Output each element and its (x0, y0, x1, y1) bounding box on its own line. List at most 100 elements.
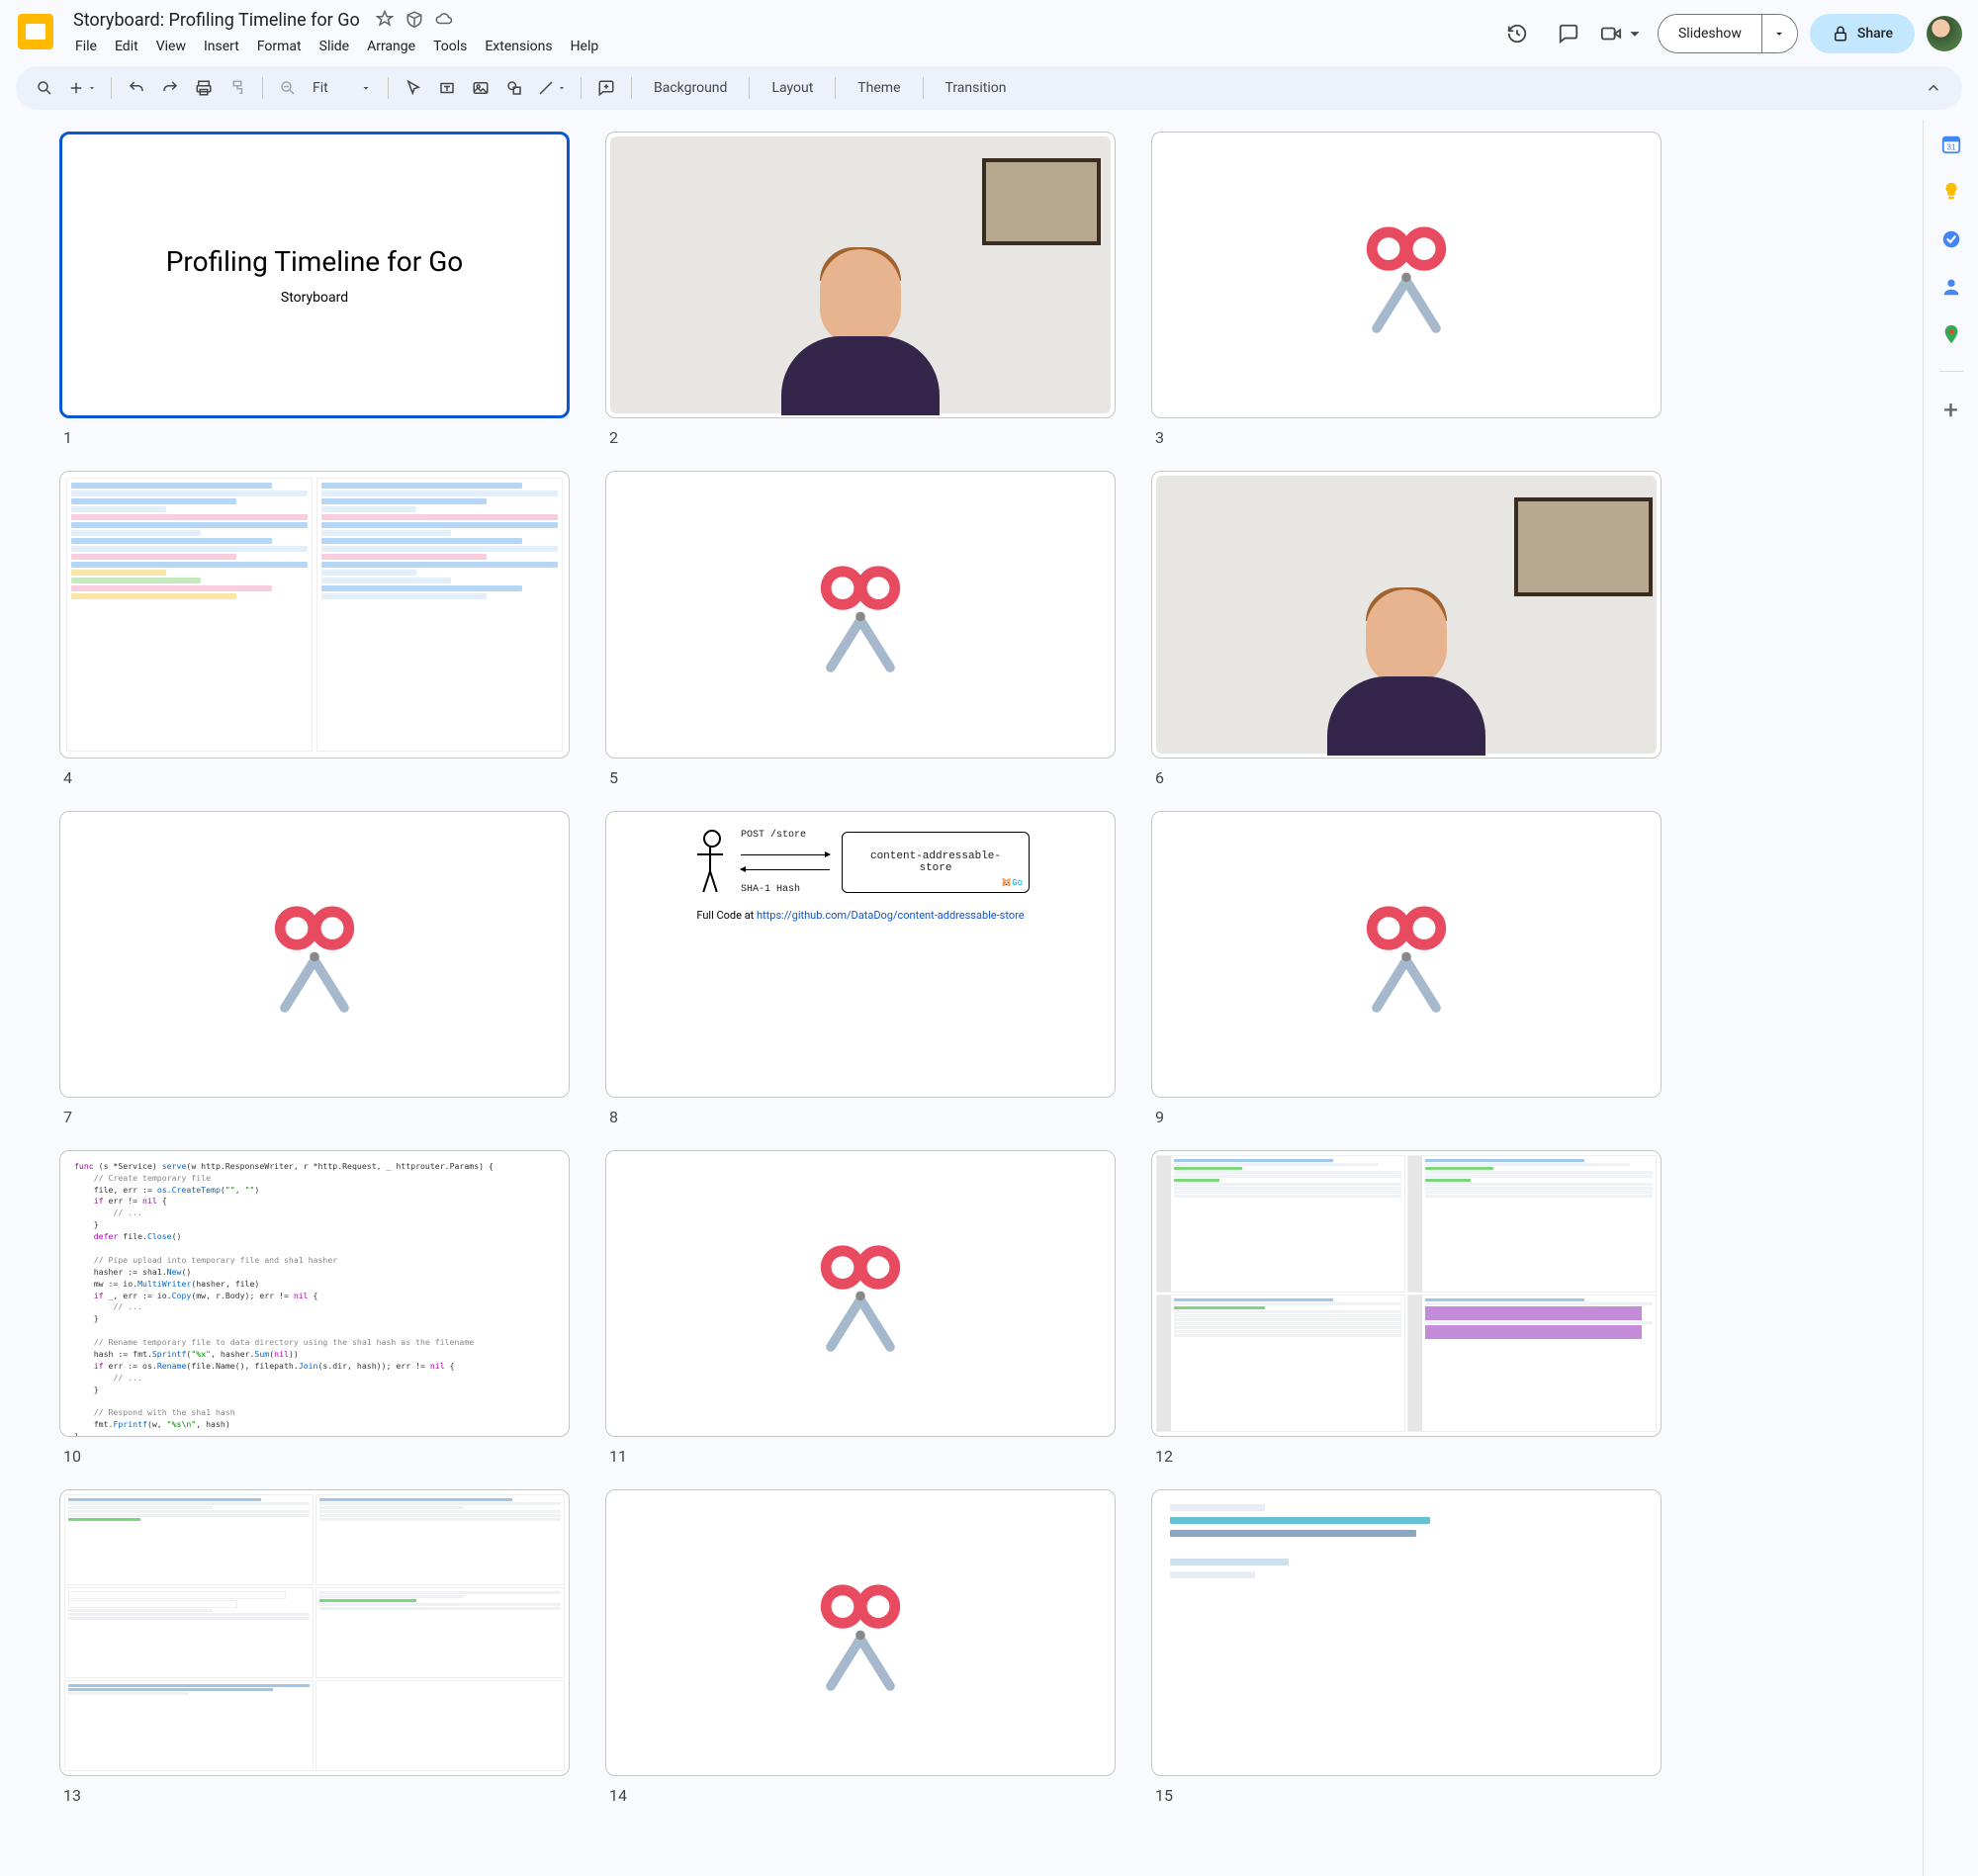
slide-number: 11 (605, 1447, 1116, 1466)
zoom-out-button[interactable] (273, 73, 303, 103)
slide-cell-5: 5 (605, 471, 1116, 786)
menu-extensions[interactable]: Extensions (477, 35, 560, 58)
comment-icon[interactable] (1549, 14, 1588, 53)
addons-button[interactable]: + (1943, 398, 1958, 423)
star-icon[interactable] (376, 10, 394, 32)
caret-down-icon (360, 82, 372, 94)
undo-button[interactable] (122, 73, 151, 103)
doc-title[interactable]: Storyboard: Profiling Timeline for Go (67, 8, 366, 33)
slideshow-button[interactable]: Slideshow (1659, 15, 1761, 52)
slide-thumb-2[interactable] (605, 132, 1116, 418)
redo-button[interactable] (155, 73, 185, 103)
slide-cell-11: 11 (605, 1150, 1116, 1466)
slide-thumb-13[interactable] (59, 1489, 570, 1776)
slide-thumb-12[interactable] (1151, 1150, 1662, 1437)
slide-thumb-6[interactable] (1151, 471, 1662, 758)
slide-thumb-14[interactable] (605, 1489, 1116, 1776)
slide-grid: Profiling Timeline for Go Storyboard 1 (59, 132, 1662, 1805)
slide-thumb-15[interactable] (1151, 1489, 1662, 1776)
menu-tools[interactable]: Tools (425, 35, 475, 58)
slide-thumb-1[interactable]: Profiling Timeline for Go Storyboard (59, 132, 570, 418)
svg-text:31: 31 (1946, 143, 1956, 152)
app-icon[interactable] (16, 12, 55, 51)
slide-number: 15 (1151, 1786, 1662, 1805)
slide-thumb-10[interactable]: func (s *Service) serve(w http.ResponseW… (59, 1150, 570, 1437)
slide-thumb-8[interactable]: POST /store SHA-1 Hash content-addressab… (605, 811, 1116, 1098)
zoom-label: Fit (313, 80, 328, 96)
move-icon[interactable] (405, 10, 423, 32)
slide-grid-scroll[interactable]: Profiling Timeline for Go Storyboard 1 (0, 120, 1923, 1876)
slideshow-group: Slideshow (1658, 14, 1798, 53)
go-badge: 🐹Go (1001, 878, 1023, 888)
collapse-toolbar-button[interactable] (1919, 73, 1948, 103)
menu-file[interactable]: File (67, 35, 105, 58)
slide-number: 2 (605, 428, 1116, 447)
menu-view[interactable]: View (148, 35, 194, 58)
layout-button[interactable]: Layout (760, 73, 825, 103)
share-label: Share (1857, 26, 1893, 42)
slide-cell-8: POST /store SHA-1 Hash content-addressab… (605, 811, 1116, 1126)
line-tool[interactable] (533, 73, 571, 103)
menu-help[interactable]: Help (563, 35, 607, 58)
calendar-icon[interactable]: 31 (1940, 134, 1962, 155)
image-tool[interactable] (466, 73, 495, 103)
scissors-icon (606, 1151, 1115, 1436)
slide-thumb-9[interactable] (1151, 811, 1662, 1098)
scissors-icon (1152, 133, 1661, 417)
background-button[interactable]: Background (642, 73, 739, 103)
slide-number: 9 (1151, 1108, 1662, 1126)
slide-number: 7 (59, 1108, 570, 1126)
scissors-icon (1152, 812, 1661, 1097)
scissors-icon (60, 812, 569, 1097)
slideshow-options-button[interactable] (1761, 15, 1797, 52)
slide-thumb-3[interactable] (1151, 132, 1662, 418)
shape-tool[interactable] (499, 73, 529, 103)
theme-button[interactable]: Theme (846, 73, 912, 103)
search-menus-icon[interactable] (30, 73, 59, 103)
menu-insert[interactable]: Insert (196, 35, 247, 58)
history-icon[interactable] (1497, 14, 1537, 53)
keep-icon[interactable] (1940, 181, 1962, 203)
slide-cell-10: func (s *Service) serve(w http.ResponseW… (59, 1150, 570, 1466)
comment-add-button[interactable] (591, 73, 621, 103)
textbox-tool[interactable] (432, 73, 462, 103)
print-button[interactable] (189, 73, 219, 103)
slide-number: 1 (59, 428, 570, 447)
slide-cell-12: 12 (1151, 1150, 1662, 1466)
slide-thumb-4[interactable] (59, 471, 570, 758)
slide-cell-7: 7 (59, 811, 570, 1126)
stick-figure-icon (691, 830, 729, 895)
maps-icon[interactable] (1940, 323, 1962, 345)
slide-thumb-5[interactable] (605, 471, 1116, 758)
slide-number: 10 (59, 1447, 570, 1466)
scissors-icon (606, 472, 1115, 757)
slide-number: 14 (605, 1786, 1116, 1805)
slide-number: 13 (59, 1786, 570, 1805)
transition-button[interactable]: Transition (934, 73, 1019, 103)
slide-cell-13: 13 (59, 1489, 570, 1805)
new-slide-button[interactable] (63, 73, 101, 103)
cloud-icon[interactable] (435, 10, 453, 32)
tasks-icon[interactable] (1940, 228, 1962, 250)
code-screenshot: func (s *Service) serve(w http.ResponseW… (60, 1151, 569, 1437)
share-button[interactable]: Share (1810, 14, 1915, 53)
slide-cell-4: 4 (59, 471, 570, 786)
diagram-caption: Full Code at https://github.com/DataDog/… (696, 909, 1024, 922)
meet-button[interactable] (1600, 23, 1646, 45)
slide1-subtitle: Storyboard (281, 290, 348, 306)
contacts-icon[interactable] (1940, 276, 1962, 298)
zoom-select[interactable]: Fit (307, 80, 378, 96)
menu-edit[interactable]: Edit (107, 35, 146, 58)
slide-cell-9: 9 (1151, 811, 1662, 1126)
menu-bar: File Edit View Insert Format Slide Arran… (67, 35, 1485, 58)
menu-slide[interactable]: Slide (312, 35, 357, 58)
paint-format-button[interactable] (223, 73, 252, 103)
select-tool[interactable] (399, 73, 428, 103)
avatar[interactable] (1927, 16, 1962, 51)
slide-thumb-11[interactable] (605, 1150, 1116, 1437)
menu-format[interactable]: Format (249, 35, 310, 58)
slide-thumb-7[interactable] (59, 811, 570, 1098)
menu-arrange[interactable]: Arrange (359, 35, 423, 58)
header: Storyboard: Profiling Timeline for Go Fi… (0, 0, 1978, 58)
slide-number: 4 (59, 768, 570, 787)
